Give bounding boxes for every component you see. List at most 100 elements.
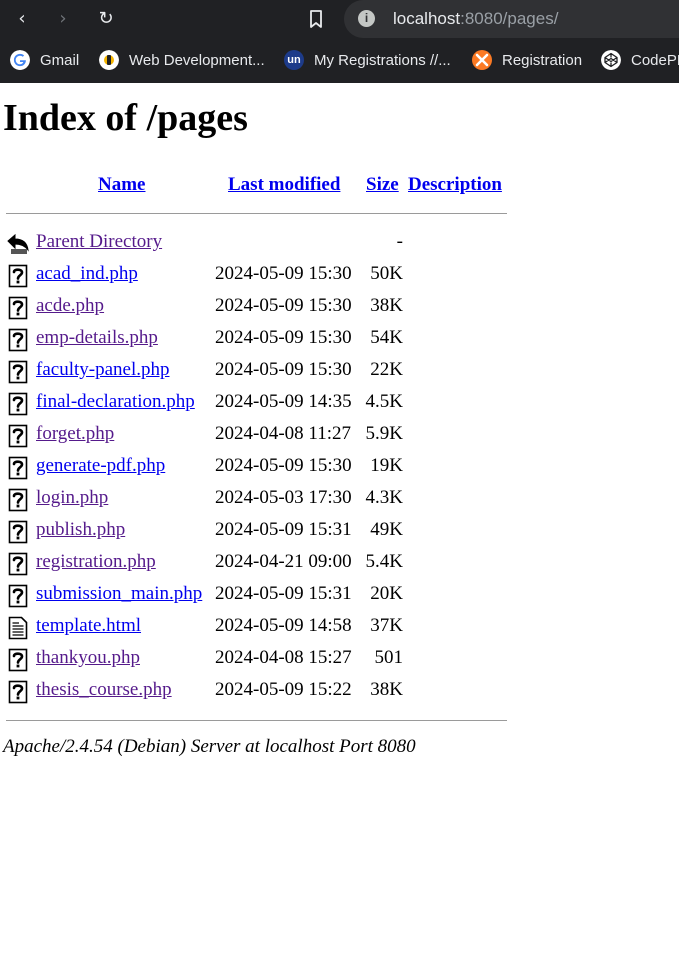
file-link[interactable]: publish.php: [36, 518, 125, 542]
file-link[interactable]: submission_main.php: [36, 582, 202, 606]
back-folder-icon: [7, 233, 29, 254]
table-row: publish.php 2024-05-09 15:31 49K: [0, 516, 679, 548]
google-icon: [10, 50, 30, 70]
url-text[interactable]: localhost:8080/pages/: [393, 7, 558, 31]
file-link[interactable]: forget.php: [36, 422, 114, 446]
bookmarks-bar: Gmail Web Development... un My Registrat…: [0, 38, 679, 83]
bookmark-label: Web Development...: [129, 51, 265, 69]
file-modified: 2024-05-09 15:30: [215, 359, 352, 380]
unknown-file-icon: [8, 648, 28, 672]
unknown-file-icon: [8, 328, 28, 352]
forward-icon[interactable]: ›: [51, 7, 75, 31]
unknown-file-icon: [8, 488, 28, 512]
file-modified: 2024-05-09 14:35: [215, 391, 352, 412]
unknown-file-icon: [8, 424, 28, 448]
file-modified: 2024-05-03 17:30: [215, 487, 352, 508]
un-icon: un: [284, 50, 304, 70]
url-host: localhost: [393, 9, 461, 28]
table-row: acad_ind.php 2024-05-09 15:30 50K: [0, 260, 679, 292]
column-header-description[interactable]: Description: [408, 173, 502, 197]
file-size: 5.9K: [365, 423, 403, 444]
file-modified: 2024-05-09 15:22: [215, 679, 352, 700]
file-size: 4.5K: [365, 391, 403, 412]
page-title: Index of /pages: [3, 97, 248, 139]
bookmark-web-development[interactable]: Web Development...: [99, 49, 265, 71]
unknown-file-icon: [8, 520, 28, 544]
xampp-icon: [472, 50, 492, 70]
file-size: 38K: [370, 295, 403, 316]
site-info-icon[interactable]: i: [358, 10, 375, 27]
file-link[interactable]: acde.php: [36, 294, 104, 318]
file-modified: 2024-04-08 15:27: [215, 647, 352, 668]
unknown-file-icon: [8, 456, 28, 480]
web-dev-icon: [99, 50, 119, 70]
table-row: thesis_course.php 2024-05-09 15:22 38K: [0, 676, 679, 708]
parent-directory-row: Parent Directory -: [0, 228, 679, 260]
parent-size: -: [396, 231, 403, 252]
unknown-file-icon: [8, 392, 28, 416]
parent-directory-link[interactable]: Parent Directory: [36, 230, 162, 254]
file-size: 22K: [370, 359, 403, 380]
file-modified: 2024-04-08 11:27: [215, 423, 351, 444]
file-size: 50K: [370, 263, 403, 284]
reload-icon[interactable]: ↻: [94, 7, 118, 31]
header-divider: [6, 213, 507, 214]
bookmark-gmail[interactable]: Gmail: [10, 49, 79, 71]
file-size: 49K: [370, 519, 403, 540]
file-link[interactable]: template.html: [36, 614, 141, 638]
bookmark-registration[interactable]: Registration: [472, 49, 582, 71]
file-link[interactable]: thesis_course.php: [36, 678, 172, 702]
file-modified: 2024-05-09 15:30: [215, 263, 352, 284]
file-link[interactable]: emp-details.php: [36, 326, 158, 350]
unknown-file-icon: [8, 584, 28, 608]
server-signature: Apache/2.4.54 (Debian) Server at localho…: [3, 736, 416, 757]
bookmark-label: CodePE: [631, 51, 679, 69]
file-size: 54K: [370, 327, 403, 348]
bookmark-icon[interactable]: [305, 8, 327, 30]
bookmark-my-registrations[interactable]: un My Registrations //...: [284, 49, 451, 71]
table-row: emp-details.php 2024-05-09 15:30 54K: [0, 324, 679, 356]
file-modified: 2024-05-09 15:30: [215, 327, 352, 348]
file-modified: 2024-05-09 15:31: [215, 583, 352, 604]
file-modified: 2024-05-09 15:31: [215, 519, 352, 540]
file-modified: 2024-05-09 14:58: [215, 615, 352, 636]
table-row: template.html 2024-05-09 14:58 37K: [0, 612, 679, 644]
table-row: final-declaration.php 2024-05-09 14:35 4.5…: [0, 388, 679, 420]
column-header-last-modified[interactable]: Last modified: [228, 173, 340, 197]
bookmark-label: Registration: [502, 51, 583, 69]
table-row: forget.php 2024-04-08 11:27 5.9K: [0, 420, 679, 452]
file-link[interactable]: acad_ind.php: [36, 262, 138, 286]
file-link[interactable]: thankyou.php: [36, 646, 140, 670]
file-size: 20K: [370, 583, 403, 604]
file-size: 4.3K: [365, 487, 403, 508]
table-row: generate-pdf.php 2024-05-09 15:30 19K: [0, 452, 679, 484]
unknown-file-icon: [8, 296, 28, 320]
file-link[interactable]: faculty-panel.php: [36, 358, 169, 382]
back-icon[interactable]: ‹: [10, 7, 34, 31]
table-row: acde.php 2024-05-09 15:30 38K: [0, 292, 679, 324]
table-row: faculty-panel.php 2024-05-09 15:30 22K: [0, 356, 679, 388]
file-size: 38K: [370, 679, 403, 700]
url-path: :8080/pages/: [460, 9, 559, 28]
file-link[interactable]: final-declaration.php: [36, 390, 195, 414]
codepen-icon: [601, 50, 621, 70]
unknown-file-icon: [8, 680, 28, 704]
table-row: registration.php 2024-04-21 09:00 5.4K: [0, 548, 679, 580]
bookmark-label: My Registrations //...: [314, 51, 451, 69]
unknown-file-icon: [8, 264, 28, 288]
column-header-name[interactable]: Name: [98, 173, 145, 197]
file-size: 501: [374, 647, 404, 668]
browser-toolbar: ‹ › ↻ i localhost:8080/pages/: [0, 0, 679, 38]
file-link[interactable]: registration.php: [36, 550, 156, 574]
footer-divider: [6, 720, 507, 721]
file-size: 19K: [370, 455, 403, 476]
unknown-file-icon: [8, 552, 28, 576]
column-header-size[interactable]: Size: [366, 173, 399, 197]
file-link[interactable]: login.php: [36, 486, 108, 510]
file-link[interactable]: generate-pdf.php: [36, 454, 165, 478]
file-size: 5.4K: [365, 551, 403, 572]
table-row: login.php 2024-05-03 17:30 4.3K: [0, 484, 679, 516]
table-row: submission_main.php 2024-05-09 15:31 20K: [0, 580, 679, 612]
bookmark-label: Gmail: [40, 51, 80, 69]
bookmark-codepen[interactable]: CodePE: [601, 49, 679, 71]
